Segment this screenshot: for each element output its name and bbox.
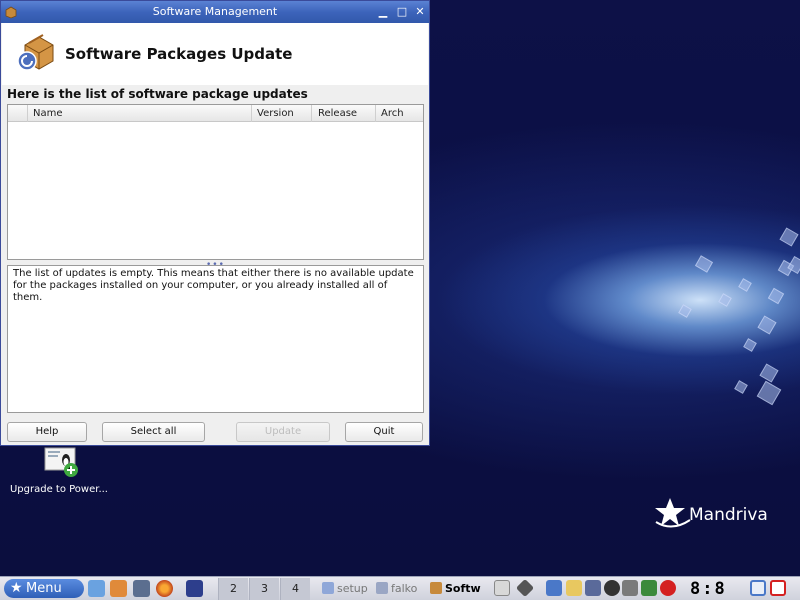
task-icon bbox=[376, 582, 388, 594]
launcher-icon[interactable] bbox=[88, 580, 105, 597]
drive-icon[interactable] bbox=[494, 580, 510, 596]
task-software-management[interactable]: Softw bbox=[430, 580, 482, 598]
desktop-switch-4[interactable]: 4 bbox=[280, 578, 310, 600]
desktop-icon-label: Upgrade to Power... bbox=[9, 484, 108, 495]
alert-icon[interactable] bbox=[660, 580, 676, 596]
task-icon bbox=[322, 582, 334, 594]
decor-cube bbox=[759, 363, 779, 383]
taskbar: ★ Menu 2 3 4 setup falko Softw 8:8 bbox=[0, 576, 800, 600]
help-button[interactable]: Help bbox=[7, 422, 87, 442]
quit-button[interactable]: Quit bbox=[345, 422, 423, 442]
decor-cube bbox=[694, 255, 714, 273]
window-titlebar[interactable]: Software Management ▁ □ ✕ bbox=[1, 1, 429, 23]
lock-screen-icon[interactable] bbox=[750, 580, 766, 596]
decor-cube bbox=[734, 380, 748, 394]
column-header-arch[interactable]: Arch bbox=[375, 105, 423, 122]
software-update-icon bbox=[17, 34, 54, 71]
package-icon bbox=[430, 582, 442, 594]
klipper-icon[interactable] bbox=[566, 580, 582, 596]
volume-icon[interactable] bbox=[546, 580, 562, 596]
kde-icon[interactable] bbox=[604, 580, 620, 596]
column-header-version[interactable]: Version bbox=[251, 105, 311, 122]
empty-list-message: The list of updates is empty. This means… bbox=[13, 268, 414, 303]
decor-cube bbox=[718, 293, 732, 307]
table-header: Name Version Release Arch bbox=[8, 105, 423, 122]
window-header-banner: Software Packages Update bbox=[2, 23, 428, 85]
software-management-window: Software Management ▁ □ ✕ Software Packa… bbox=[0, 0, 430, 446]
header-title: Software Packages Update bbox=[65, 45, 293, 63]
minimize-icon[interactable]: ▁ bbox=[376, 5, 390, 19]
package-updates-table[interactable]: Name Version Release Arch bbox=[7, 104, 424, 260]
description-text-area[interactable]: The list of updates is empty. This means… bbox=[7, 265, 424, 413]
tux-icon[interactable] bbox=[622, 580, 638, 596]
maximize-icon[interactable]: □ bbox=[395, 5, 409, 19]
window-title: Software Management bbox=[152, 5, 278, 18]
select-all-button[interactable]: Select all bbox=[102, 422, 205, 442]
desktop-switch-3[interactable]: 3 bbox=[249, 578, 279, 600]
desktop-icon-upgrade[interactable]: Upgrade to Power... bbox=[4, 446, 114, 498]
close-icon[interactable]: ✕ bbox=[413, 5, 427, 19]
menu-label: Menu bbox=[26, 581, 62, 596]
task-label: falko bbox=[391, 582, 418, 595]
decor-cube bbox=[756, 380, 782, 406]
column-header-release[interactable]: Release bbox=[311, 105, 375, 122]
task-falko[interactable]: falko bbox=[376, 580, 426, 598]
firefox-icon[interactable] bbox=[156, 580, 173, 597]
decor-cube bbox=[767, 287, 785, 305]
start-menu-button[interactable]: ★ Menu bbox=[4, 579, 84, 598]
update-check-icon[interactable] bbox=[641, 580, 657, 596]
decor-cube bbox=[757, 315, 777, 335]
logout-icon[interactable] bbox=[770, 580, 786, 596]
column-header-name[interactable]: Name bbox=[27, 105, 251, 122]
decor-cube bbox=[743, 338, 757, 352]
decor-cube bbox=[678, 304, 692, 318]
decor-cube bbox=[779, 227, 799, 247]
clock-display: 8:8 bbox=[690, 579, 727, 599]
network-icon[interactable] bbox=[515, 578, 535, 598]
home-icon[interactable] bbox=[110, 580, 127, 597]
update-button[interactable]: Update bbox=[236, 422, 330, 442]
select-column-header[interactable] bbox=[8, 105, 27, 122]
mail-icon[interactable] bbox=[585, 580, 601, 596]
task-setup[interactable]: setup bbox=[322, 580, 372, 598]
update-list-heading: Here is the list of software package upd… bbox=[7, 87, 308, 101]
task-label: setup bbox=[337, 582, 368, 595]
mandriva-brand-text: Mandriva bbox=[689, 505, 768, 525]
show-desktop-icon[interactable] bbox=[186, 580, 203, 597]
upgrade-icon bbox=[44, 447, 78, 477]
desktop-switch-2[interactable]: 2 bbox=[218, 578, 248, 600]
decor-cube bbox=[738, 278, 752, 292]
task-label: Softw bbox=[445, 582, 481, 595]
star-icon: ★ bbox=[10, 580, 23, 596]
computer-icon[interactable] bbox=[133, 580, 150, 597]
